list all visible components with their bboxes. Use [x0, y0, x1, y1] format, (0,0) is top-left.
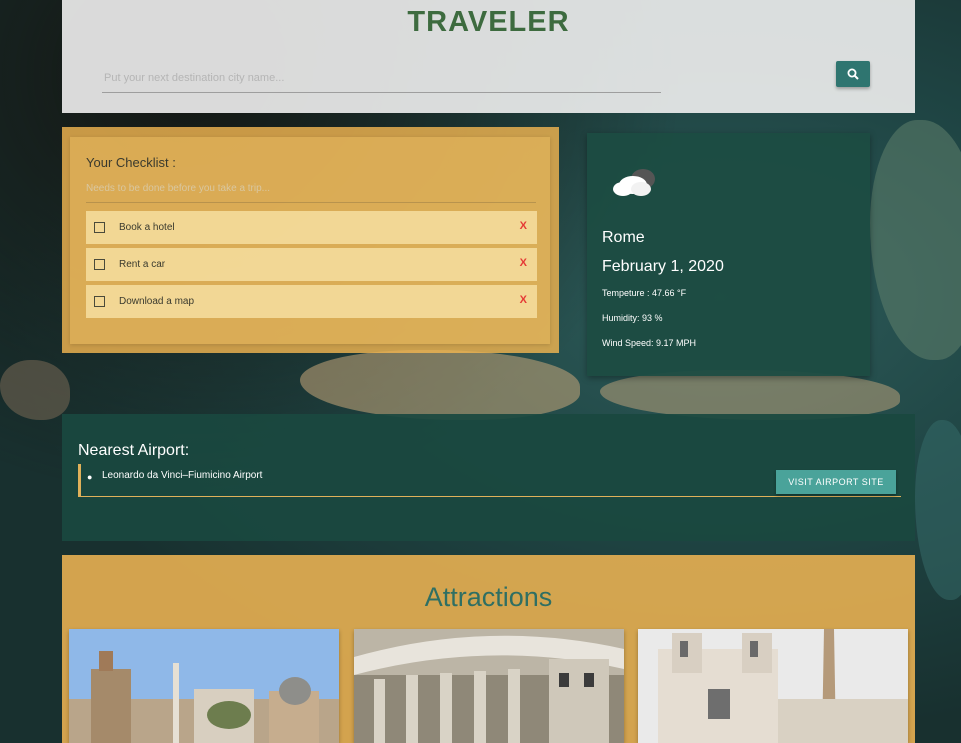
- attractions-title: Attractions: [424, 582, 553, 612]
- pantheon-image: [354, 629, 624, 743]
- weather-date: February 1, 2020: [602, 258, 724, 275]
- attraction-photo[interactable]: [69, 629, 339, 743]
- remove-item-button[interactable]: X: [520, 294, 527, 306]
- checklist-item: Book a hotel X: [86, 211, 537, 244]
- checkbox[interactable]: [94, 222, 105, 233]
- visit-airport-site-button[interactable]: VISIT AIRPORT SITE: [776, 470, 896, 494]
- cloudy-icon: [613, 169, 655, 196]
- attraction-photo[interactable]: [638, 629, 908, 743]
- remove-item-button[interactable]: X: [520, 220, 527, 232]
- checkbox[interactable]: [94, 296, 105, 307]
- bullet-icon: ●: [87, 472, 93, 482]
- airport-title: Nearest Airport:: [78, 442, 190, 459]
- checklist-item-label: Book a hotel: [119, 222, 175, 233]
- airport-panel: Nearest Airport: ● Leonardo da Vinci–Fiu…: [62, 414, 915, 541]
- checklist-item-label: Download a map: [119, 296, 195, 307]
- forum-image: [69, 629, 339, 743]
- checklist-item: Rent a car X: [86, 248, 537, 281]
- checklist-item: Download a map X: [86, 285, 537, 318]
- app-title: TRAVELER: [407, 6, 570, 38]
- weather-card: Rome February 1, 2020 Tempeture : 47.66 …: [587, 133, 870, 376]
- weather-city: Rome: [602, 229, 645, 246]
- checklist-title: Your Checklist :: [86, 155, 176, 170]
- checkbox[interactable]: [94, 259, 105, 270]
- attraction-photo[interactable]: [354, 629, 624, 743]
- remove-item-button[interactable]: X: [520, 257, 527, 269]
- checklist-subtitle: Needs to be done before you take a trip.…: [86, 183, 536, 203]
- airport-name: Leonardo da Vinci–Fiumicino Airport: [102, 470, 263, 481]
- attractions-section: Attractions: [62, 555, 915, 743]
- destination-search-input[interactable]: [102, 64, 661, 93]
- weather-humidity: Humidity: 93 %: [602, 313, 663, 323]
- checklist-card: Your Checklist : Needs to be done before…: [70, 137, 550, 344]
- weather-temperature: Tempeture : 47.66 °F: [602, 288, 687, 298]
- search-button[interactable]: [836, 61, 870, 87]
- trinita-dei-monti-image: [638, 629, 908, 743]
- search-icon: [847, 68, 859, 80]
- checklist-panel: Your Checklist : Needs to be done before…: [62, 127, 559, 353]
- weather-wind-speed: Wind Speed: 9.17 MPH: [602, 338, 697, 348]
- checklist-item-label: Rent a car: [119, 259, 166, 270]
- header-panel: TRAVELER: [62, 0, 915, 113]
